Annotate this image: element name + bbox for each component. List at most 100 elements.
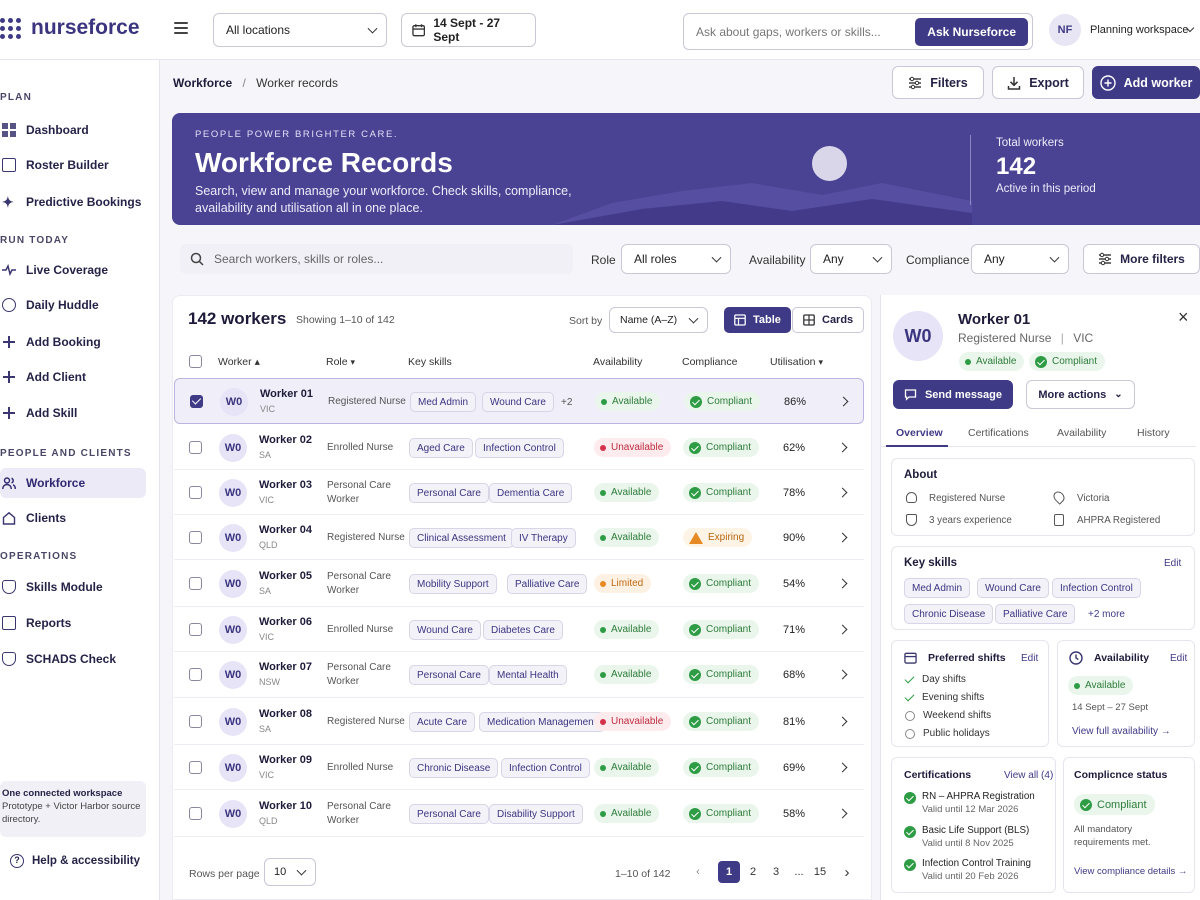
- row-checkbox[interactable]: [190, 395, 203, 408]
- page-1[interactable]: 1: [718, 861, 740, 883]
- edit-skills-link[interactable]: Edit: [1164, 558, 1181, 569]
- view-table-toggle[interactable]: Table: [724, 307, 791, 333]
- worker-name[interactable]: Worker 03: [259, 479, 312, 491]
- rows-per-page-select[interactable]: 10: [264, 858, 316, 886]
- chevron-right-icon[interactable]: [837, 762, 848, 773]
- tab-history[interactable]: History: [1137, 427, 1170, 439]
- sidebar-item-clients[interactable]: Clients: [0, 503, 146, 533]
- view-all-certifications-link[interactable]: View all (4): [1004, 770, 1053, 781]
- row-checkbox[interactable]: [189, 623, 202, 636]
- col-role[interactable]: Role ▾: [326, 356, 355, 368]
- select-all-checkbox[interactable]: [189, 355, 202, 368]
- chevron-right-icon[interactable]: [837, 578, 848, 589]
- filters-button[interactable]: Filters: [892, 66, 984, 99]
- table-row[interactable]: W0 Worker 07 NSW Personal Care Worker Person…: [174, 652, 864, 698]
- sidebar-item-live-coverage[interactable]: Live Coverage: [0, 255, 146, 285]
- ask-button[interactable]: Ask Nurseforce: [915, 17, 1028, 46]
- table-row[interactable]: W0 Worker 09 VIC Enrolled Nurse Chronic Dise…: [174, 745, 864, 790]
- sidebar-item-add-booking[interactable]: Add Booking: [0, 327, 146, 357]
- table-row[interactable]: W0 Worker 01 VIC Registered Nurse Med Admin W…: [174, 378, 864, 424]
- worker-name[interactable]: Worker 07: [259, 661, 312, 673]
- compliance-select[interactable]: Any: [971, 244, 1069, 274]
- sort-select[interactable]: Name (A–Z): [609, 307, 708, 333]
- table-row[interactable]: W0 Worker 10 QLD Personal Care Worker Person…: [174, 790, 864, 837]
- row-checkbox[interactable]: [189, 715, 202, 728]
- worker-name[interactable]: Worker 05: [259, 570, 312, 582]
- page-15[interactable]: 15: [809, 861, 831, 883]
- sidebar-item-add-client[interactable]: Add Client: [0, 362, 146, 392]
- tab-certifications[interactable]: Certifications: [968, 427, 1029, 439]
- export-button[interactable]: Export: [992, 66, 1084, 99]
- sidebar-item-workforce[interactable]: Workforce: [0, 468, 146, 498]
- page-3[interactable]: 3: [765, 861, 787, 883]
- add-worker-button[interactable]: Add worker: [1092, 66, 1200, 99]
- sidebar-item-dashboard[interactable]: Dashboard: [0, 115, 146, 145]
- row-checkbox[interactable]: [189, 761, 202, 774]
- role-select[interactable]: All roles: [621, 244, 731, 274]
- table-row[interactable]: W0 Worker 06 VIC Enrolled Nurse Wound Care Di…: [174, 607, 864, 652]
- table-row[interactable]: W0 Worker 05 SA Personal Care Worker Mobilit…: [174, 560, 864, 607]
- date-range-picker[interactable]: 14 Sept - 27 Sept: [401, 13, 536, 47]
- prev-page-icon[interactable]: ‹: [687, 861, 709, 883]
- worker-name[interactable]: Worker 04: [259, 524, 312, 536]
- next-page-icon[interactable]: ›: [836, 861, 858, 883]
- help-link[interactable]: ? Help & accessibility: [10, 854, 140, 868]
- sidebar-item-add-skill[interactable]: Add Skill: [0, 398, 146, 428]
- chevron-right-icon[interactable]: [837, 669, 848, 680]
- chevron-right-icon[interactable]: [837, 487, 848, 498]
- edit-availability-link[interactable]: Edit: [1170, 653, 1187, 664]
- view-cards-toggle[interactable]: Cards: [792, 307, 865, 333]
- workspace-switcher[interactable]: Planning workspace: [1090, 24, 1188, 36]
- skills-more-link[interactable]: +2 more: [1088, 609, 1125, 620]
- worker-name[interactable]: Worker 01: [260, 388, 313, 400]
- availability-select[interactable]: Any: [810, 244, 892, 274]
- row-checkbox[interactable]: [189, 807, 202, 820]
- worker-name[interactable]: Worker 09: [259, 754, 312, 766]
- more-filters-button[interactable]: More filters: [1083, 244, 1200, 274]
- row-checkbox[interactable]: [189, 441, 202, 454]
- view-compliance-link[interactable]: View compliance details →: [1074, 866, 1187, 877]
- col-worker[interactable]: Worker ▴: [218, 356, 260, 368]
- chevron-right-icon[interactable]: [837, 532, 848, 543]
- table-row[interactable]: W0 Worker 08 SA Registered Nurse Acute Care M…: [174, 698, 864, 745]
- chevron-right-icon[interactable]: [837, 624, 848, 635]
- chevron-right-icon[interactable]: [837, 442, 848, 453]
- brand[interactable]: nurseforce: [0, 16, 140, 40]
- more-skills-count[interactable]: +2: [554, 392, 579, 412]
- row-checkbox[interactable]: [189, 531, 202, 544]
- tab-availability[interactable]: Availability: [1057, 427, 1106, 439]
- chevron-right-icon[interactable]: [837, 808, 848, 819]
- more-actions-button[interactable]: More actions ⌄: [1026, 380, 1135, 409]
- close-icon[interactable]: ×: [1178, 307, 1189, 328]
- row-checkbox[interactable]: [189, 577, 202, 590]
- table-row[interactable]: W0 Worker 03 VIC Personal Care Worker Person…: [174, 470, 864, 515]
- table-row[interactable]: W0 Worker 02 SA Enrolled Nurse Aged Care Infe…: [174, 426, 864, 470]
- sidebar-item-schads-check[interactable]: SCHADS Check: [0, 644, 146, 674]
- page-2[interactable]: 2: [742, 861, 764, 883]
- sidebar-item-predictive-bookings[interactable]: ✦ Predictive Bookings: [0, 187, 146, 217]
- worker-name[interactable]: Worker 10: [259, 800, 312, 812]
- chevron-right-icon[interactable]: [837, 716, 848, 727]
- sidebar-item-reports[interactable]: Reports: [0, 608, 146, 638]
- worker-name[interactable]: Worker 02: [259, 434, 312, 446]
- row-checkbox[interactable]: [189, 486, 202, 499]
- table-row[interactable]: W0 Worker 04 QLD Registered Nurse Clinical A…: [174, 515, 864, 560]
- edit-shifts-link[interactable]: Edit: [1021, 653, 1038, 664]
- send-message-button[interactable]: Send message: [893, 380, 1013, 409]
- search-input[interactable]: Search workers, skills or roles...: [180, 244, 573, 274]
- row-checkbox[interactable]: [189, 668, 202, 681]
- location-select[interactable]: All locations: [213, 13, 387, 47]
- sidebar-item-skills-module[interactable]: Skills Module: [0, 572, 146, 602]
- ask-input[interactable]: Ask about gaps, workers or skills...: [696, 25, 881, 39]
- chevron-right-icon[interactable]: [838, 396, 849, 407]
- sidebar-item-roster-builder[interactable]: Roster Builder: [0, 150, 146, 180]
- user-avatar[interactable]: NF: [1049, 14, 1081, 46]
- sidebar-item-daily-huddle[interactable]: Daily Huddle: [0, 290, 146, 320]
- breadcrumb-parent[interactable]: Workforce: [173, 76, 232, 90]
- menu-icon[interactable]: [174, 22, 188, 34]
- view-availability-link[interactable]: View full availability →: [1072, 726, 1171, 737]
- worker-name[interactable]: Worker 06: [259, 616, 312, 628]
- tab-overview[interactable]: Overview: [896, 427, 943, 439]
- col-utilisation[interactable]: Utilisation ▾: [770, 356, 823, 368]
- worker-name[interactable]: Worker 08: [259, 708, 312, 720]
